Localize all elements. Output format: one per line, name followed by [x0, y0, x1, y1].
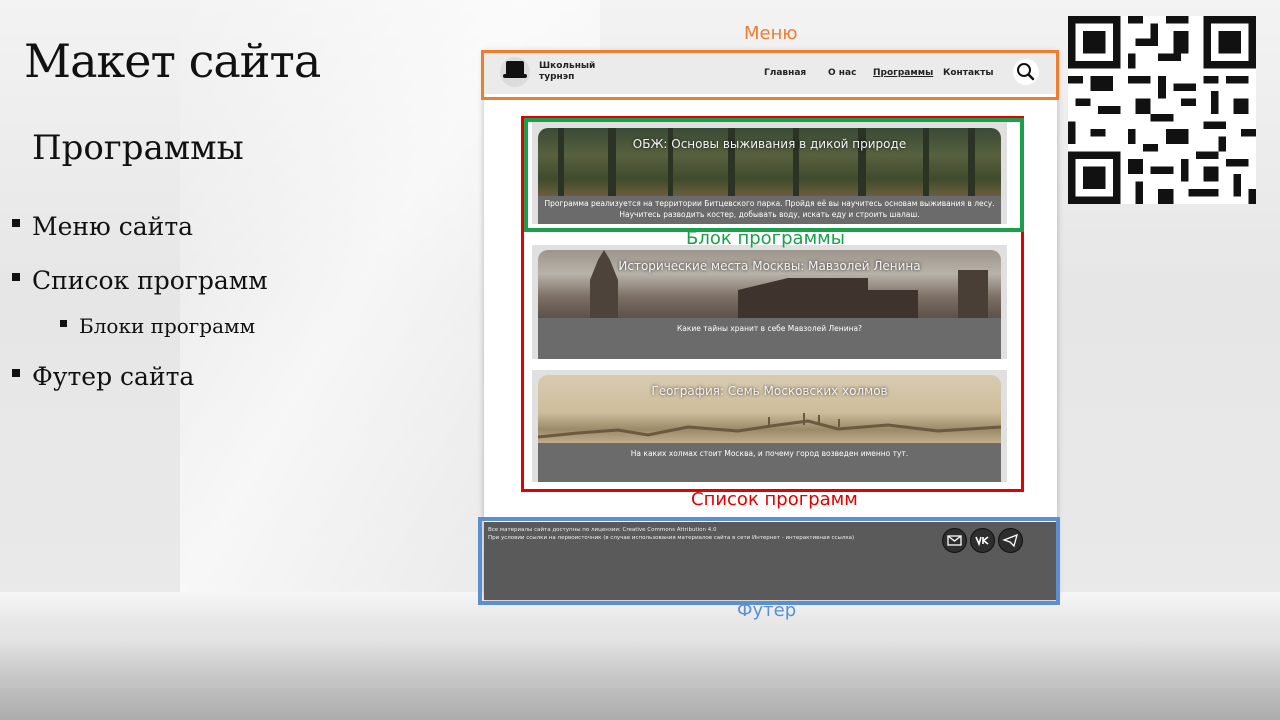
bullet-item: Список программ: [12, 266, 268, 295]
qr-code-icon: [1068, 16, 1256, 204]
footer-label: Футер: [737, 600, 797, 621]
slide-subtitle: Программы: [32, 128, 244, 168]
bullet-square-icon: [12, 272, 20, 281]
bullet-square-icon: [60, 320, 67, 327]
program-block-highlight: [524, 118, 1024, 232]
footer-highlight: [478, 517, 1060, 605]
bullet-square-icon: [12, 368, 20, 377]
menu-highlight: [481, 50, 1059, 100]
bullet-subitem: Блоки программ: [60, 314, 255, 338]
background-shadow: [0, 640, 1280, 720]
menu-label: Меню: [744, 23, 798, 44]
program-list-label: Список программ: [691, 489, 858, 510]
bullet-item: Меню сайта: [12, 212, 193, 241]
program-block-label: Блок программы: [686, 228, 845, 249]
bullet-square-icon: [12, 218, 20, 227]
slide-title: Макет сайта: [24, 34, 321, 88]
bullet-item: Футер сайта: [12, 362, 194, 391]
